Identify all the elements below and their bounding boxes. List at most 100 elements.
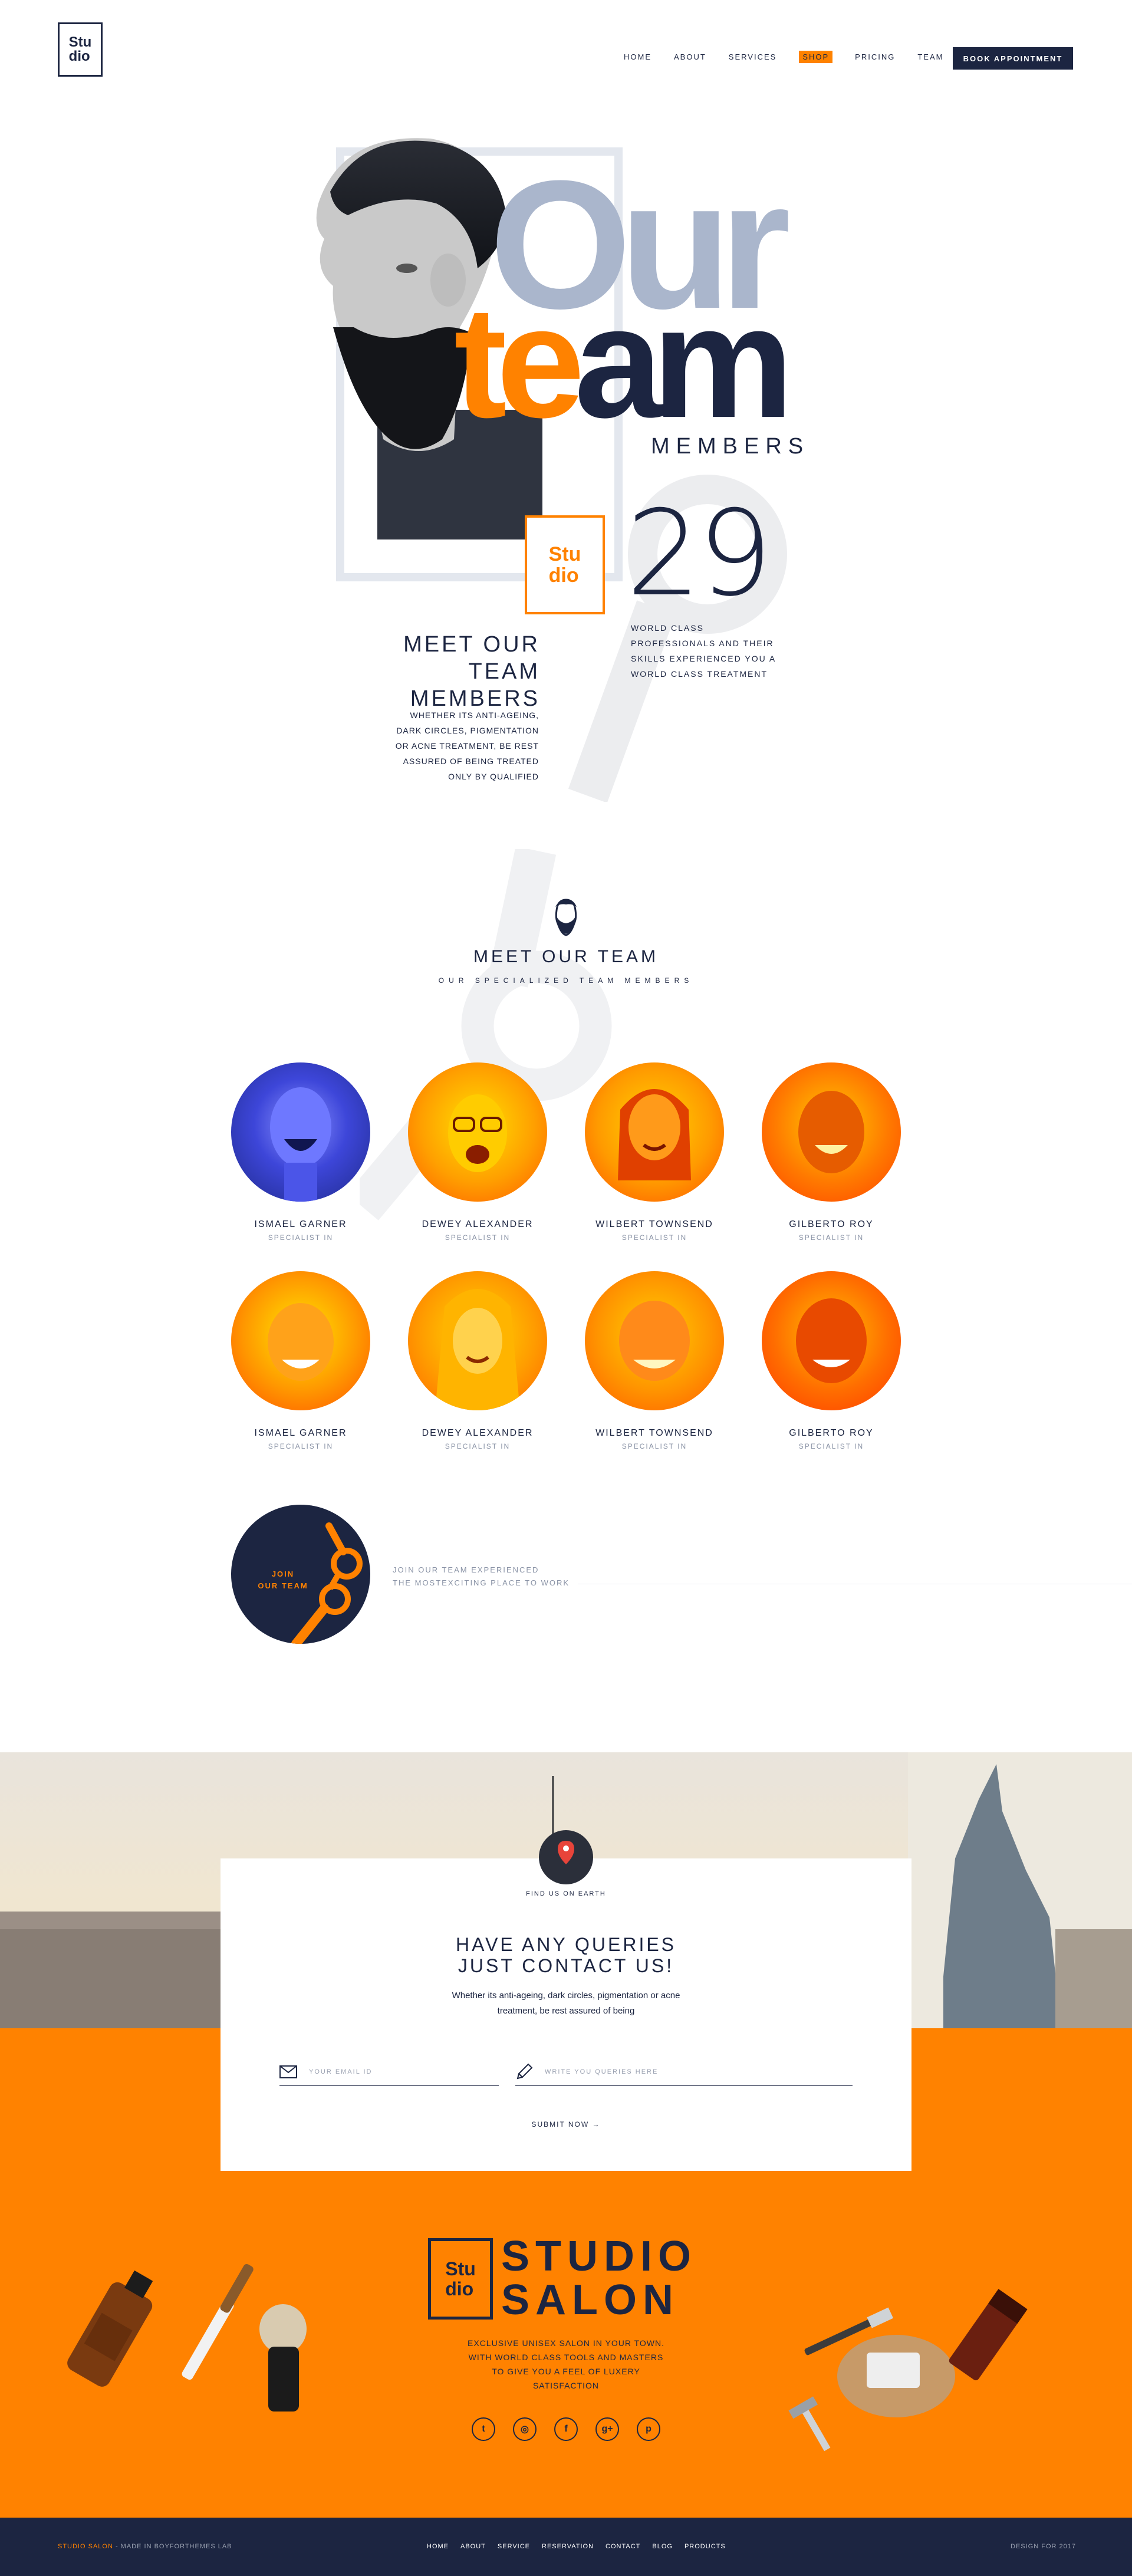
nav-services[interactable]: SERVICES — [729, 52, 777, 61]
footer-design-year: DESIGN FOR 2017 — [1011, 2543, 1076, 2550]
join-label: JOIN OUR TEAM — [248, 1568, 318, 1592]
facebook-icon[interactable]: f — [554, 2417, 578, 2441]
team-section-title: MEET OUR TEAM — [473, 947, 659, 966]
email-field[interactable]: YOUR EMAIL ID — [279, 2058, 499, 2086]
brand-desc-2: WITH WORLD CLASS TOOLS AND MASTERS — [468, 2353, 664, 2362]
join-label-line-2: OUR TEAM — [258, 1581, 308, 1590]
logo-line-1: Stu — [68, 34, 92, 50]
team-count-description: WORLD CLASS PROFESSIONALS AND THEIR SKIL… — [631, 620, 784, 682]
nav-pricing[interactable]: PRICING — [855, 52, 895, 61]
google-plus-icon[interactable]: g+ — [595, 2417, 619, 2441]
member-photo — [585, 1271, 724, 1410]
hero-badge-line-2: dio — [548, 564, 579, 587]
hero-title-team-part-a: te — [454, 274, 585, 451]
team-section-subtitle: OUR SPECIALIZED TEAM MEMBERS — [438, 976, 694, 985]
nav-home[interactable]: HOME — [624, 52, 651, 61]
hero-subtitle: MEMBERS — [651, 434, 810, 459]
count-text-4: WORLD CLASS TREATMENT — [631, 669, 768, 679]
team-member-card[interactable]: DEWEY ALEXANDER SPECIALIST IN — [389, 1271, 566, 1450]
hero-title-team-part-b: am — [574, 274, 794, 451]
footer-nav-about[interactable]: ABOUT — [460, 2543, 486, 2550]
member-role: SPECIALIST IN — [621, 1233, 687, 1242]
brand-name: STUDIO SALON — [501, 2235, 697, 2322]
member-name: ISMAEL GARNER — [254, 1428, 347, 1438]
member-name: WILBERT TOWNSEND — [595, 1428, 713, 1438]
logo-line-2: dio — [68, 48, 90, 64]
count-text-2: PROFESSIONALS AND THEIR — [631, 639, 774, 648]
desc-line-2: DARK CIRCLES, PIGMENTATION — [396, 726, 539, 735]
hero-title-team: team — [454, 283, 794, 442]
desc-line-5: ONLY BY QUALIFIED — [448, 772, 539, 781]
nav-shop[interactable]: SHOP — [799, 51, 833, 63]
footer-brand[interactable]: STUDIO SALON — [58, 2543, 113, 2550]
team-member-card[interactable]: GILBERTO ROY SPECIALIST IN — [743, 1062, 920, 1242]
barber-tools-image — [67, 2264, 307, 2411]
contact-title-line-2: JUST CONTACT US! — [458, 1955, 674, 1976]
member-photo — [231, 1062, 370, 1202]
footer-credit: STUDIO SALON - MADE IN BOYFORTHEMES LAB — [58, 2543, 232, 2550]
member-name: WILBERT TOWNSEND — [595, 1219, 713, 1229]
nav-about[interactable]: ABOUT — [674, 52, 706, 61]
pinterest-icon[interactable]: p — [637, 2417, 660, 2441]
contact-title-line-1: HAVE ANY QUERIES — [455, 1934, 677, 1955]
meet-line-1: MEET OUR — [403, 632, 540, 657]
contact-sub-1: Whether its anti-ageing, dark circles, p… — [452, 1991, 680, 2001]
brand-desc-1: EXCLUSIVE UNISEX SALON IN YOUR TOWN. — [468, 2338, 664, 2348]
join-label-line-1: JOIN — [271, 1570, 295, 1578]
team-member-card[interactable]: ISMAEL GARNER SPECIALIST IN — [212, 1271, 389, 1450]
meet-heading: MEET OUR TEAM MEMBERS — [330, 631, 540, 712]
map-pin-icon — [558, 1841, 574, 1864]
submit-button[interactable]: SUBMIT NOW → — [519, 2120, 613, 2128]
team-member-card[interactable]: DEWEY ALEXANDER SPECIALIST IN — [389, 1062, 566, 1242]
footer-credit-text: - MADE IN BOYFORTHEMES LAB — [113, 2543, 232, 2550]
member-photo — [762, 1271, 901, 1410]
footer-nav-blog[interactable]: BLOG — [652, 2543, 673, 2550]
map-pin-badge[interactable] — [539, 1830, 593, 1884]
team-member-card[interactable]: GILBERTO ROY SPECIALIST IN — [743, 1271, 920, 1450]
member-role: SPECIALIST IN — [445, 1233, 511, 1242]
main-nav: HOME ABOUT SERVICES SHOP PRICING TEAM — [624, 51, 966, 63]
footer-nav-contact[interactable]: CONTACT — [606, 2543, 640, 2550]
desc-line-1: WHETHER ITS ANTI-AGEING, — [410, 710, 539, 720]
member-role: SPECIALIST IN — [798, 1233, 864, 1242]
query-placeholder: WRITE YOU QUERIES HERE — [545, 2068, 659, 2075]
team-member-card[interactable]: ISMAEL GARNER SPECIALIST IN — [212, 1062, 389, 1242]
meet-line-2: TEAM MEMBERS — [410, 659, 540, 711]
member-photo — [408, 1062, 547, 1202]
desc-line-3: OR ACNE TREATMENT, BE REST — [395, 741, 539, 751]
footer-nav-products[interactable]: PRODUCTS — [685, 2543, 726, 2550]
dribbble-icon[interactable]: ◎ — [513, 2417, 537, 2441]
team-member-card[interactable]: WILBERT TOWNSEND SPECIALIST IN — [566, 1062, 743, 1242]
team-count: 29 — [626, 485, 772, 623]
desc-line-4: ASSURED OF BEING TREATED — [403, 756, 539, 766]
contact-sub-2: treatment, be rest assured of being — [497, 2006, 635, 2016]
find-us-label: FIND US ON EARTH — [526, 1890, 606, 1897]
book-appointment-button[interactable]: BOOK APPOINTMENT — [953, 47, 1073, 70]
join-description: JOIN OUR TEAM EXPERIENCED THE MOSTEXCITI… — [393, 1564, 570, 1590]
brand-logo: Stu dio — [428, 2238, 493, 2320]
member-name: DEWEY ALEXANDER — [422, 1428, 534, 1438]
footer-nav-reservation[interactable]: RESERVATION — [542, 2543, 594, 2550]
brand-name-line-1: STUDIO — [501, 2233, 697, 2280]
contact-description: Whether its anti-ageing, dark circles, p… — [419, 1988, 713, 2019]
query-field[interactable]: WRITE YOU QUERIES HERE — [515, 2058, 853, 2086]
member-role: SPECIALIST IN — [268, 1442, 334, 1450]
footer-nav-home[interactable]: HOME — [427, 2543, 449, 2550]
twitter-icon[interactable]: t — [472, 2417, 495, 2441]
count-text-1: WORLD CLASS — [631, 623, 704, 633]
email-placeholder: YOUR EMAIL ID — [309, 2068, 373, 2075]
nav-team[interactable]: TEAM — [917, 52, 943, 61]
team-member-card[interactable]: WILBERT TOWNSEND SPECIALIST IN — [566, 1271, 743, 1450]
member-role: SPECIALIST IN — [268, 1233, 334, 1242]
contact-title: HAVE ANY QUERIES JUST CONTACT US! — [389, 1934, 743, 1976]
footer-nav-service[interactable]: SERVICE — [498, 2543, 530, 2550]
join-text-2: THE MOSTEXCITING PLACE TO WORK — [393, 1578, 570, 1587]
member-role: SPECIALIST IN — [445, 1442, 511, 1450]
hero-badge-line-1: Stu — [548, 543, 581, 565]
brand-box-line-2: dio — [445, 2278, 474, 2299]
member-role: SPECIALIST IN — [798, 1442, 864, 1450]
hero-description: WHETHER ITS ANTI-AGEING, DARK CIRCLES, P… — [389, 708, 539, 784]
logo[interactable]: Stu dio — [58, 22, 103, 77]
member-name: ISMAEL GARNER — [254, 1219, 347, 1229]
pencil-icon — [516, 2063, 533, 2079]
